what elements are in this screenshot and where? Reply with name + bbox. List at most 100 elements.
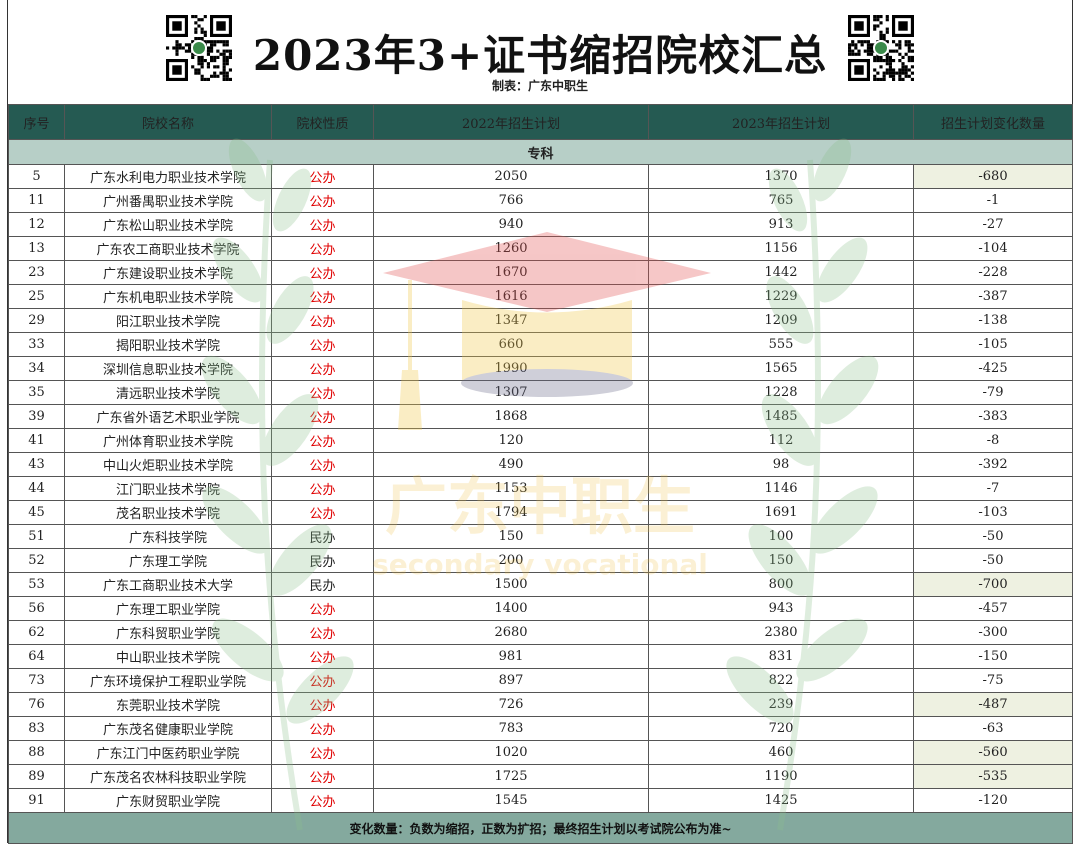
cell-school-name: 广东科贸职业学院: [64, 620, 272, 645]
cell-change: -300: [913, 620, 1073, 645]
table-row: 12 广东松山职业技术学院 公办 940 913 -27: [8, 212, 1073, 237]
cell-plan-2023: 765: [648, 188, 914, 213]
cell-nature: 公办: [271, 740, 374, 765]
table-row: 89 广东茂名农林科技职业学院 公办 1725 1190 -535: [8, 764, 1073, 789]
cell-school-name: 中山职业技术学院: [64, 644, 272, 669]
cell-plan-2023: 720: [648, 716, 914, 741]
table-row: 29 阳江职业技术学院 公办 1347 1209 -138: [8, 308, 1073, 333]
enrollment-table: 序号 院校名称 院校性质 2022年招生计划 2023年招生计划 招生计划变化数…: [8, 104, 1073, 844]
cell-school-name: 广东省外语艺术职业学院: [64, 404, 272, 429]
cell-no: 45: [8, 500, 65, 525]
table-row: 56 广东理工职业学院 公办 1400 943 -457: [8, 596, 1073, 621]
table-row: 34 深圳信息职业技术学院 公办 1990 1565 -425: [8, 356, 1073, 381]
cell-plan-2022: 2050: [373, 164, 649, 189]
cell-school-name: 广东松山职业技术学院: [64, 212, 272, 237]
cell-nature: 公办: [271, 404, 374, 429]
table-row: 45 茂名职业技术学院 公办 1794 1691 -103: [8, 500, 1073, 525]
cell-no: 52: [8, 548, 65, 573]
cell-no: 13: [8, 236, 65, 261]
cell-change: -1: [913, 188, 1073, 213]
table-row: 33 揭阳职业技术学院 公办 660 555 -105: [8, 332, 1073, 357]
cell-plan-2022: 766: [373, 188, 649, 213]
cell-change: -120: [913, 788, 1073, 813]
cell-school-name: 阳江职业技术学院: [64, 308, 272, 333]
cell-change: -535: [913, 764, 1073, 789]
cell-change: -392: [913, 452, 1073, 477]
cell-no: 88: [8, 740, 65, 765]
cell-nature: 公办: [271, 428, 374, 453]
cell-plan-2022: 981: [373, 644, 649, 669]
cell-school-name: 清远职业技术学院: [64, 380, 272, 405]
cell-change: -387: [913, 284, 1073, 309]
cell-school-name: 广东江门中医药职业学院: [64, 740, 272, 765]
cell-nature: 公办: [271, 644, 374, 669]
cell-plan-2022: 1868: [373, 404, 649, 429]
cell-no: 33: [8, 332, 65, 357]
cell-nature: 公办: [271, 356, 374, 381]
cell-plan-2023: 1370: [648, 164, 914, 189]
cell-plan-2023: 943: [648, 596, 914, 621]
cell-plan-2022: 1670: [373, 260, 649, 285]
cell-change: -7: [913, 476, 1073, 501]
cell-nature: 公办: [271, 668, 374, 693]
cell-plan-2022: 1400: [373, 596, 649, 621]
cell-no: 23: [8, 260, 65, 285]
cell-plan-2023: 800: [648, 572, 914, 597]
cell-plan-2022: 1616: [373, 284, 649, 309]
cell-no: 64: [8, 644, 65, 669]
cell-nature: 公办: [271, 332, 374, 357]
cell-plan-2022: 150: [373, 524, 649, 549]
cell-no: 29: [8, 308, 65, 333]
cell-plan-2022: 660: [373, 332, 649, 357]
cell-school-name: 东莞职业技术学院: [64, 692, 272, 717]
cell-nature: 公办: [271, 236, 374, 261]
cell-nature: 公办: [271, 764, 374, 789]
cell-school-name: 广东茂名农林科技职业学院: [64, 764, 272, 789]
cell-no: 5: [8, 164, 65, 189]
cell-plan-2022: 1725: [373, 764, 649, 789]
cell-nature: 公办: [271, 716, 374, 741]
table-row: 53 广东工商职业技术大学 民办 1500 800 -700: [8, 572, 1073, 597]
cell-no: 76: [8, 692, 65, 717]
cell-no: 91: [8, 788, 65, 813]
cell-nature: 公办: [271, 380, 374, 405]
cell-plan-2023: 2380: [648, 620, 914, 645]
cell-nature: 公办: [271, 476, 374, 501]
cell-plan-2022: 940: [373, 212, 649, 237]
table-row: 25 广东机电职业技术学院 公办 1616 1229 -387: [8, 284, 1073, 309]
cell-plan-2022: 1794: [373, 500, 649, 525]
cell-change: -680: [913, 164, 1073, 189]
cell-school-name: 深圳信息职业技术学院: [64, 356, 272, 381]
qr-code-right: [848, 15, 914, 81]
cell-school-name: 广东建设职业技术学院: [64, 260, 272, 285]
cell-plan-2023: 1190: [648, 764, 914, 789]
cell-plan-2023: 913: [648, 212, 914, 237]
cell-plan-2022: 1347: [373, 308, 649, 333]
cell-nature: 公办: [271, 452, 374, 477]
table-row: 11 广州番禺职业技术学院 公办 766 765 -1: [8, 188, 1073, 213]
cell-nature: 公办: [271, 788, 374, 813]
cell-no: 25: [8, 284, 65, 309]
cell-nature: 公办: [271, 212, 374, 237]
cell-nature: 民办: [271, 572, 374, 597]
cell-school-name: 中山火炬职业技术学院: [64, 452, 272, 477]
cell-no: 56: [8, 596, 65, 621]
table-row: 83 广东茂名健康职业学院 公办 783 720 -63: [8, 716, 1073, 741]
table-row: 23 广东建设职业技术学院 公办 1670 1442 -228: [8, 260, 1073, 285]
cell-nature: 公办: [271, 308, 374, 333]
cell-no: 43: [8, 452, 65, 477]
cell-school-name: 广州番禺职业技术学院: [64, 188, 272, 213]
column-header-change: 招生计划变化数量: [913, 104, 1073, 140]
cell-school-name: 广东环境保护工程职业学院: [64, 668, 272, 693]
table-row: 41 广州体育职业技术学院 公办 120 112 -8: [8, 428, 1073, 453]
cell-plan-2023: 1156: [648, 236, 914, 261]
cell-plan-2022: 120: [373, 428, 649, 453]
cell-change: -50: [913, 548, 1073, 573]
cell-plan-2023: 1209: [648, 308, 914, 333]
cell-no: 89: [8, 764, 65, 789]
cell-school-name: 茂名职业技术学院: [64, 500, 272, 525]
cell-plan-2022: 1020: [373, 740, 649, 765]
cell-plan-2023: 150: [648, 548, 914, 573]
cell-change: -487: [913, 692, 1073, 717]
cell-plan-2022: 1153: [373, 476, 649, 501]
